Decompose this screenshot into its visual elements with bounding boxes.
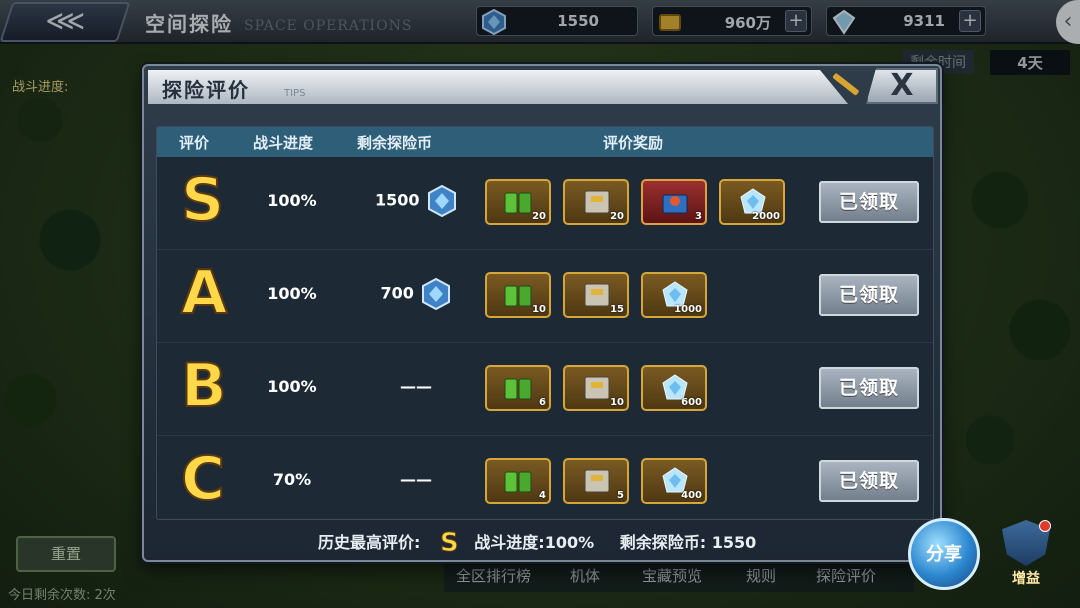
reward-item[interactable]: 15 [563,272,629,318]
grade-letter: A [180,257,228,329]
reward-item[interactable]: 6 [485,365,551,411]
row-coins-value: —— [400,377,432,396]
header-rewards: 评价奖励 [603,134,664,152]
reward-item[interactable]: 600 [641,365,707,411]
reward-item[interactable]: 20 [485,179,551,225]
best-grade-label: 历史最高评价: [318,532,421,552]
table-row: B 100% —— 6 10 600 已领取 [157,343,933,436]
reward-item[interactable]: 10 [563,365,629,411]
header-progress: 战斗进度 [253,134,314,152]
share-button[interactable]: 分享 [908,518,980,590]
claimed-button[interactable]: 已领取 [819,274,919,316]
row-coins-value: —— [400,470,432,489]
battery-icon [504,471,532,493]
reward-item[interactable]: 4 [485,458,551,504]
claimed-button[interactable]: 已领取 [819,181,919,223]
header-grade: 评价 [179,134,210,152]
modal-tips-label: TIPS [284,88,306,99]
reward-item[interactable]: 3 [641,179,707,225]
boost-label: 增益 [1012,571,1040,587]
notification-dot [1039,520,1051,532]
modal-header: 探险评价 TIPS [148,70,848,104]
table-row: C 70% —— 4 5 400 已领取 [157,436,933,519]
reward-item[interactable]: 5 [563,458,629,504]
row-coins: —— [361,470,471,489]
grade-letter: C [180,443,226,515]
battery-icon [504,378,532,400]
best-progress: 战斗进度:100% [474,532,595,552]
row-progress: 70% [272,470,312,489]
blue-crystal-icon [428,185,457,217]
best-grade: S [439,528,459,559]
row-progress: 100% [267,377,317,396]
mech-box-icon [662,194,688,214]
claimed-button[interactable]: 已领取 [819,367,919,409]
modal-title: 探险评价 [162,78,250,102]
row-progress: 100% [267,191,317,210]
claimed-button[interactable]: 已领取 [819,460,919,502]
boost-button[interactable]: 增益 [993,520,1059,587]
header-coins: 剩余探险币 [357,134,433,152]
row-coins-value: 1500 [374,190,420,210]
grade-letter: S [180,164,225,236]
row-coins: 700 [361,278,471,310]
evaluation-modal: 探险评价 TIPS X 评价 战斗进度 剩余探险币 评价奖励 S 100% 15… [142,64,942,562]
table-row: A 100% 700 10 15 1000 已领取 [157,250,933,343]
row-coins-value: 700 [380,283,414,303]
best-coins: 剩余探险币: 1550 [619,532,757,552]
table-row: S 100% 1500 20 20 3 2000 已领取 [157,157,933,250]
table-header: 评价 战斗进度 剩余探险币 评价奖励 [157,127,933,157]
reward-item[interactable]: 10 [485,272,551,318]
reward-item[interactable]: 400 [641,458,707,504]
evaluation-table: 评价 战斗进度 剩余探险币 评价奖励 S 100% 1500 20 20 3 2… [156,126,934,520]
grade-letter: B [180,350,228,422]
row-progress: 100% [267,284,317,303]
row-coins: 1500 [361,185,471,217]
blue-crystal-icon [422,278,451,310]
chip-icon [584,469,610,493]
reward-item[interactable]: 20 [563,179,629,225]
close-button[interactable]: X [866,68,938,104]
reward-item[interactable]: 2000 [719,179,785,225]
reward-item[interactable]: 1000 [641,272,707,318]
modal-footer: 历史最高评价: S 战斗进度:100% 剩余探险币: 1550 [318,528,760,559]
row-coins: —— [361,377,471,396]
